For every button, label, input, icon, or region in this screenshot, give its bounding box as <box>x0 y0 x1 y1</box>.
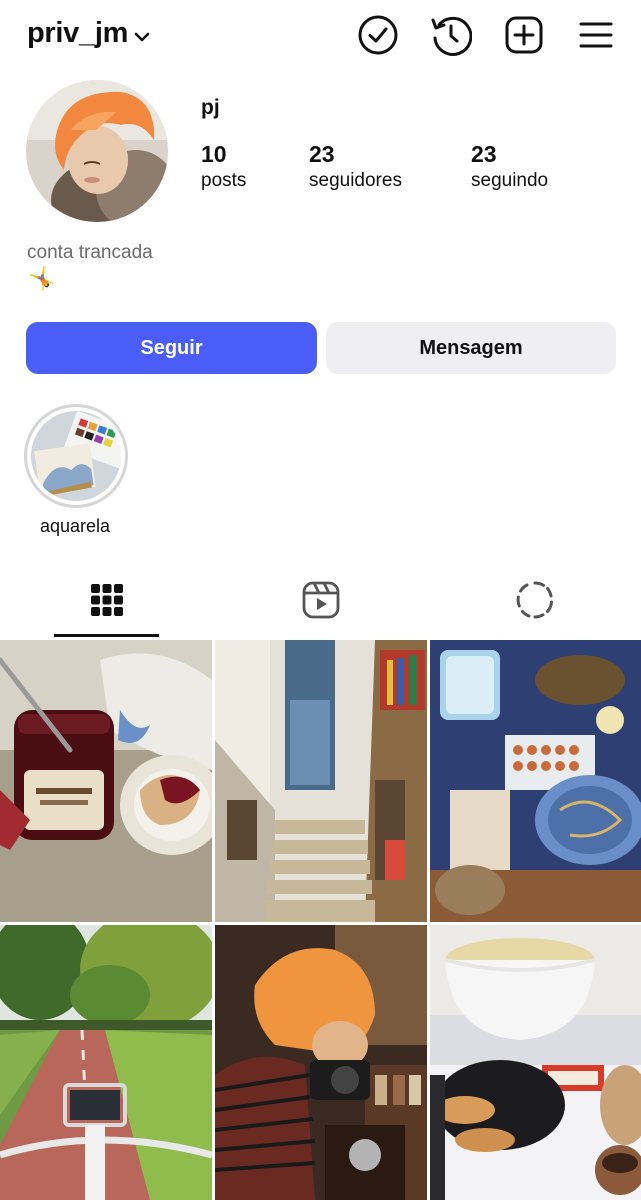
tab-reels[interactable] <box>268 570 373 634</box>
stat-followers[interactable]: 23 seguidores <box>309 140 402 194</box>
posts-grid <box>0 640 641 1200</box>
stat-posts-value: 10 <box>201 141 227 167</box>
tab-posts-grid[interactable] <box>54 570 159 634</box>
post-jewelry-table[interactable] <box>430 640 641 922</box>
stat-following-value: 23 <box>471 141 497 167</box>
grid-icon <box>90 583 124 622</box>
follow-button[interactable]: Seguir <box>26 322 317 374</box>
highlight-label: aquarela <box>39 516 111 536</box>
story-highlight[interactable] <box>24 404 128 508</box>
stat-posts[interactable]: 10 posts <box>201 140 246 194</box>
reels-icon <box>302 581 340 624</box>
active-tab-indicator <box>54 634 159 637</box>
display-name: pj <box>201 96 220 119</box>
menu-icon[interactable] <box>575 14 617 56</box>
username-switcher[interactable]: priv_jm <box>27 16 150 51</box>
stat-following-label: seguindo <box>471 170 549 191</box>
message-button[interactable]: Mensagem <box>326 322 616 374</box>
history-icon[interactable] <box>430 14 472 56</box>
post-pancakes-stove[interactable] <box>430 925 641 1200</box>
highlight-cover <box>31 411 121 501</box>
chevron-down-icon <box>134 18 150 51</box>
username-text: priv_jm <box>27 17 129 49</box>
post-person-camera[interactable] <box>215 925 427 1200</box>
profile-header: priv_jm <box>0 0 641 72</box>
profile-avatar[interactable] <box>26 80 168 222</box>
stat-followers-value: 23 <box>309 141 335 167</box>
stat-following[interactable]: 23 seguindo <box>471 140 548 194</box>
tab-tagged[interactable] <box>482 570 587 634</box>
check-circle-icon[interactable] <box>357 14 399 56</box>
post-park-bike-path[interactable] <box>0 925 212 1200</box>
post-jam-jar[interactable] <box>0 640 212 922</box>
post-bookshop-stairs[interactable] <box>215 640 427 922</box>
stat-posts-label: posts <box>201 170 247 191</box>
tagged-loading-icon <box>516 581 554 624</box>
bio-text: conta trancada <box>27 242 153 263</box>
bio-emoji: 🤸 <box>28 266 56 291</box>
stat-followers-label: seguidores <box>309 170 402 191</box>
add-post-icon[interactable] <box>503 14 545 56</box>
